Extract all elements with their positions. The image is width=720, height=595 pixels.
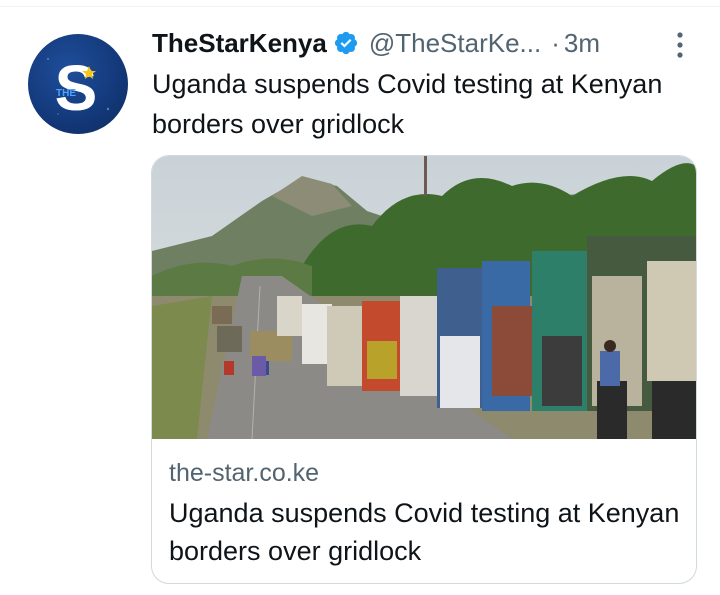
more-options-icon[interactable] xyxy=(668,28,692,62)
avatar-logo: S THE xyxy=(47,52,110,124)
link-card[interactable]: the-star.co.ke Uganda suspends Covid tes… xyxy=(151,155,697,584)
verified-badge-icon xyxy=(333,30,359,56)
tweet-text: Uganda suspends Covid testing at Kenyan … xyxy=(152,69,663,139)
tweet-header: TheStarKenya @TheStarKe... · 3m xyxy=(152,24,697,62)
separator-dot: · xyxy=(551,27,560,58)
author-handle[interactable]: @TheStarKe... xyxy=(369,28,541,59)
top-divider xyxy=(0,6,720,7)
card-body[interactable]: the-star.co.ke Uganda suspends Covid tes… xyxy=(169,456,689,570)
timestamp[interactable]: 3m xyxy=(564,28,600,59)
card-image[interactable] xyxy=(152,156,696,440)
avatar[interactable]: S THE xyxy=(28,34,128,134)
card-title: Uganda suspends Covid testing at Kenyan … xyxy=(169,498,680,566)
svg-text:THE: THE xyxy=(56,88,76,99)
author-name[interactable]: TheStarKenya xyxy=(152,28,327,59)
card-domain: the-star.co.ke xyxy=(169,459,320,487)
